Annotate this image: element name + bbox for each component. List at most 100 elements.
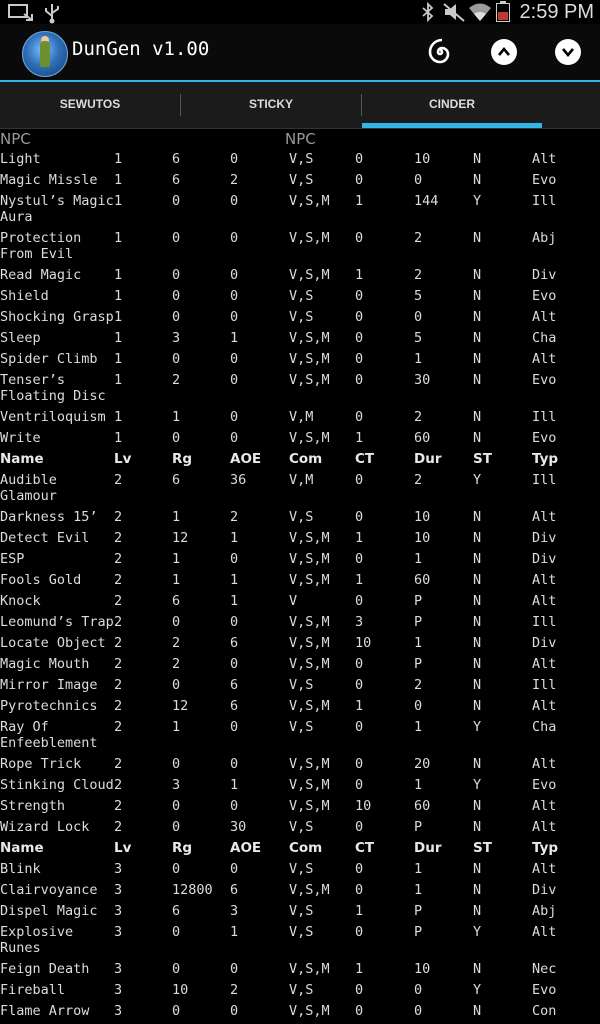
cell-typ: Ill — [532, 193, 557, 209]
cell-lv: 2 — [114, 656, 123, 672]
cell-typ: Con — [532, 1003, 557, 1019]
cell-st: N — [473, 267, 482, 283]
cell-lv: 1 — [114, 172, 123, 188]
cell-ct: 0 — [355, 861, 364, 877]
spell-row[interactable]: Fireball 3 10 2 V,S 0 0 Y Evo — [0, 980, 600, 1001]
spell-row[interactable]: Read Magic 1 0 0 V,S,M 1 2 N Div — [0, 265, 600, 286]
spell-row[interactable]: Dispel Magic 3 6 3 V,S 1 P N Abj — [0, 901, 600, 922]
cell-dur: 1 — [414, 861, 423, 877]
cell-name: Mirror Image — [0, 677, 98, 693]
cell-ct: 10 — [355, 635, 372, 651]
spell-row[interactable]: Blink 3 0 0 V,S 0 1 N Alt — [0, 859, 600, 880]
cell-typ: Ill — [532, 472, 557, 488]
cell-lv: 1 — [114, 409, 123, 425]
cell-com: V,S,M — [289, 572, 330, 588]
cell-st: N — [473, 677, 482, 693]
tab-cinder[interactable]: CINDER — [362, 82, 542, 128]
spell-row[interactable]: Knock 2 6 1 V 0 P N Alt — [0, 591, 600, 612]
spell-row[interactable]: Clairvoyance 3 12800 6 V,S,M 0 1 N Div — [0, 880, 600, 901]
cell-lv: 2 — [114, 593, 123, 609]
header-rg: Rg — [172, 840, 193, 856]
spell-row[interactable]: Stinking Cloud 2 3 1 V,S,M 0 1 Y Evo — [0, 775, 600, 796]
cell-aoe: 0 — [230, 230, 239, 246]
spell-row[interactable]: Ray Of Enfeeblement 2 1 0 V,S 0 1 Y Cha — [0, 717, 600, 754]
spell-row[interactable]: ESP 2 1 0 V,S,M 0 1 N Div — [0, 549, 600, 570]
spell-row[interactable]: Strength 2 0 0 V,S,M 10 60 N Alt — [0, 796, 600, 817]
spell-row[interactable]: Explosive Runes 3 0 1 V,S 0 P Y Alt — [0, 922, 600, 959]
cell-typ: Nec — [532, 961, 557, 977]
cell-ct: 3 — [355, 614, 364, 630]
cell-aoe: 0 — [230, 961, 239, 977]
npc-label: NPC — [0, 130, 31, 148]
app-icon[interactable] — [22, 31, 68, 77]
spell-row[interactable]: Fools Gold 2 1 1 V,S,M 1 60 N Alt — [0, 570, 600, 591]
cell-rg: 2 — [172, 372, 181, 388]
cell-name: Darkness 15’ — [0, 509, 98, 525]
spell-row[interactable]: Protection From Evil 1 0 0 V,S,M 0 2 N Abj — [0, 228, 600, 265]
header-dur: Dur — [414, 451, 442, 467]
cell-lv: 2 — [114, 614, 123, 630]
tab-sticky[interactable]: STICKY — [181, 82, 361, 128]
cell-typ: Evo — [532, 172, 557, 188]
cell-name: Leomund’s Trap — [0, 614, 114, 630]
cell-typ: Alt — [532, 756, 557, 772]
spell-row[interactable]: Shocking Grasp 1 0 0 V,S 0 0 N Alt — [0, 307, 600, 328]
cell-lv: 1 — [114, 372, 123, 388]
spell-row[interactable]: Magic Mouth 2 2 0 V,S,M 0 P N Alt — [0, 654, 600, 675]
cell-st: N — [473, 614, 482, 630]
spell-row[interactable]: Leomund’s Trap 2 0 0 V,S,M 3 P N Ill — [0, 612, 600, 633]
cell-aoe: 0 — [230, 551, 239, 567]
cell-st: N — [473, 961, 482, 977]
spell-row[interactable]: Rope Trick 2 0 0 V,S,M 0 20 N Alt — [0, 754, 600, 775]
cell-dur: 10 — [414, 961, 431, 977]
npc-title: NPC — [285, 130, 316, 148]
cell-typ: Alt — [532, 924, 557, 940]
cell-aoe: 2 — [230, 982, 239, 998]
scroll-up-button[interactable] — [488, 36, 520, 68]
cell-com: V,S — [289, 903, 314, 919]
cell-lv: 1 — [114, 151, 123, 167]
cell-ct: 0 — [355, 509, 364, 525]
spell-row[interactable]: Spider Climb 1 0 0 V,S,M 0 1 N Alt — [0, 349, 600, 370]
spell-row[interactable]: Tenser’s Floating Disc 1 2 0 V,S,M 0 30 N Evo — [0, 370, 600, 407]
cell-dur: 2 — [414, 472, 423, 488]
cell-rg: 6 — [172, 151, 181, 167]
header-lv: Lv — [114, 451, 132, 467]
spell-row[interactable]: Mirror Image 2 0 6 V,S 0 2 N Ill — [0, 675, 600, 696]
cell-lv: 2 — [114, 530, 123, 546]
spell-row[interactable]: Darkness 15’ 2 1 2 V,S 0 10 N Alt — [0, 507, 600, 528]
cell-dur: 5 — [414, 330, 423, 346]
spell-row[interactable]: Flame Arrow 3 0 0 V,S,M 0 0 N Con — [0, 1001, 600, 1022]
spell-row[interactable]: Wizard Lock 2 0 30 V,S 0 P N Alt — [0, 817, 600, 838]
spell-row[interactable]: Audible Glamour 2 6 36 V,M 0 2 Y Ill — [0, 470, 600, 507]
tab-sewutos[interactable]: SEWUTOS — [0, 82, 180, 128]
spiral-button[interactable] — [424, 36, 456, 68]
cell-dur: 0 — [414, 309, 423, 325]
cell-aoe: 6 — [230, 698, 239, 714]
cell-typ: Div — [532, 635, 557, 651]
spell-row[interactable]: Ventriloquism 1 1 0 V,M 0 2 N Ill — [0, 407, 600, 428]
spell-row[interactable]: Locate Object 2 2 6 V,S,M 10 1 N Div — [0, 633, 600, 654]
spell-list[interactable]: NPC NPC Light 1 6 0 V,S 0 10 N Alt Magic Missle 1 6… — [0, 128, 600, 1024]
cell-rg: 0 — [172, 288, 181, 304]
cell-dur: 60 — [414, 798, 431, 814]
spell-row[interactable]: Write 1 0 0 V,S,M 1 60 N Evo — [0, 428, 600, 449]
spell-row[interactable]: Shield 1 0 0 V,S 0 5 N Evo — [0, 286, 600, 307]
column-header-row: Name Lv Rg AOE Com CT Dur ST Typ — [0, 449, 600, 470]
cell-st: Y — [473, 193, 482, 209]
cell-st: N — [473, 172, 482, 188]
cell-lv: 1 — [114, 330, 123, 346]
spell-row[interactable]: Sleep 1 3 1 V,S,M 0 5 N Cha — [0, 328, 600, 349]
cell-com: V,S,M — [289, 551, 330, 567]
cell-aoe: 0 — [230, 614, 239, 630]
spell-row[interactable]: Feign Death 3 0 0 V,S,M 1 10 N Nec — [0, 959, 600, 980]
cell-st: N — [473, 309, 482, 325]
spell-row[interactable]: Detect Evil 2 12 1 V,S,M 1 10 N Div — [0, 528, 600, 549]
spell-row[interactable]: Nystul’s Magic Aura 1 0 0 V,S,M 1 144 Y Ill — [0, 191, 600, 228]
spell-row[interactable]: Pyrotechnics 2 12 6 V,S,M 1 0 N Alt — [0, 696, 600, 717]
cell-st: N — [473, 882, 482, 898]
spell-row[interactable]: Magic Missle 1 6 2 V,S 0 0 N Evo — [0, 170, 600, 191]
spell-row[interactable]: Light 1 6 0 V,S 0 10 N Alt — [0, 149, 600, 170]
scroll-down-button[interactable] — [552, 36, 584, 68]
cell-com: V,S,M — [289, 777, 330, 793]
